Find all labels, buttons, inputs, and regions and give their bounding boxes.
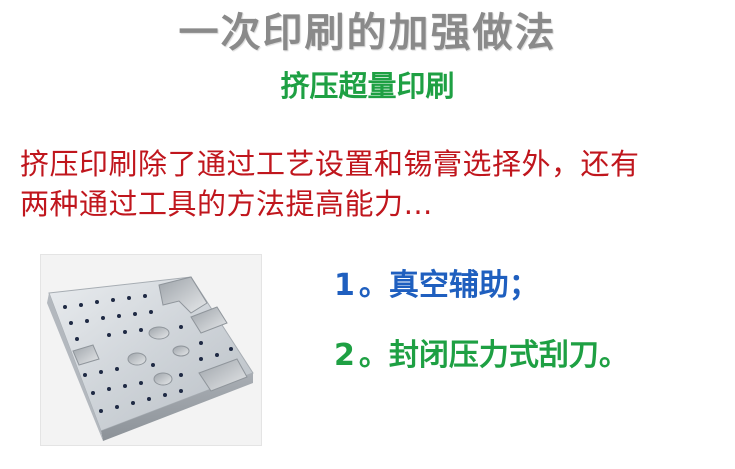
slide-subtitle: 挤压超量印刷 [280, 69, 455, 103]
method-item-1: 1 。真空辅助； [334, 264, 539, 308]
body-line-1: 挤压印刷除了通过工艺设置和锡膏选择外，还有 [20, 147, 640, 181]
method-text-2: 。封闭压力式刮刀。 [358, 338, 629, 373]
body-line-2: 两种通过工具的方法提高能力… [20, 187, 434, 221]
vacuum-plate-photo [40, 254, 262, 446]
method-text-1: 。真空辅助； [358, 268, 539, 303]
slide-title: 一次印刷的加强做法 [178, 10, 557, 56]
method-number-2: 2 [334, 338, 355, 373]
method-number-1: 1 [334, 268, 355, 303]
method-item-2: 2 。封闭压力式刮刀。 [334, 334, 629, 378]
body-paragraph: 挤压印刷除了通过工艺设置和锡膏选择外，还有 两种通过工具的方法提高能力… [20, 144, 725, 224]
aluminum-plate-illustration [41, 255, 261, 445]
